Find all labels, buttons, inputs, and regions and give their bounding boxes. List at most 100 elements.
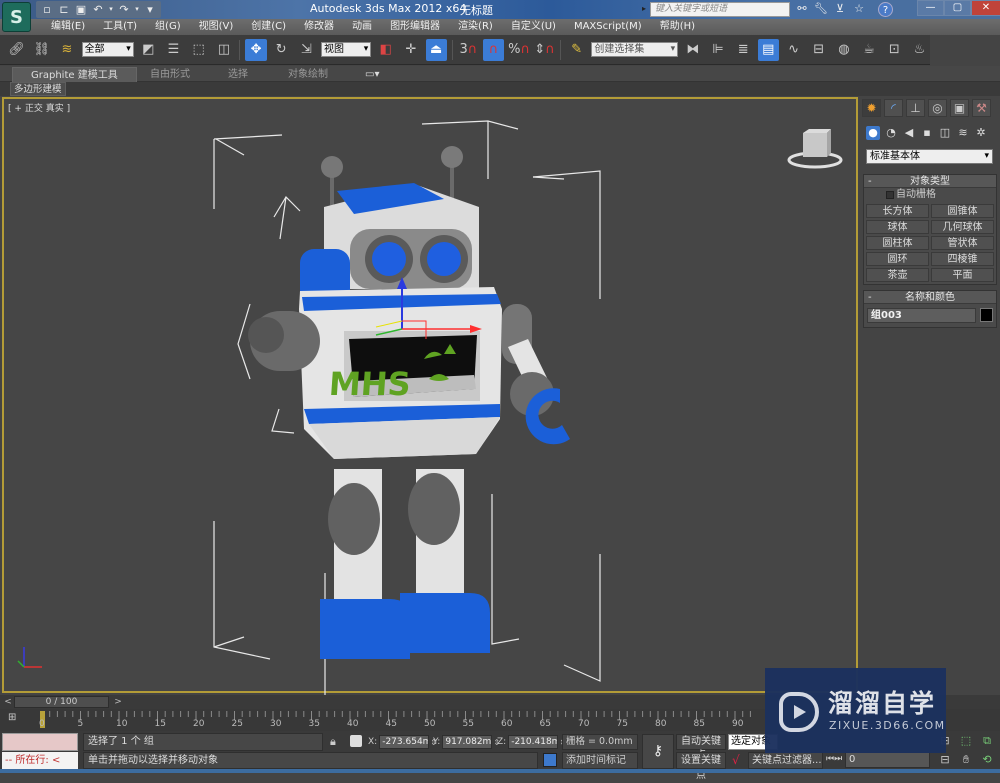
next-frame-icon[interactable]: > [112, 696, 124, 708]
menu-create[interactable]: 创建(C) [242, 19, 295, 35]
hierarchy-tab-icon[interactable]: ⊥ [906, 99, 925, 117]
y-coordinate-field[interactable]: 917.082mr [442, 735, 493, 749]
current-frame-field[interactable]: 0 [845, 752, 930, 768]
primitive-category-dropdown[interactable]: 标准基本体 [866, 149, 993, 164]
menu-rendering[interactable]: 渲染(R) [449, 19, 502, 35]
menu-modifiers[interactable]: 修改器 [295, 19, 343, 35]
menu-animation[interactable]: 动画 [343, 19, 381, 35]
spacewarps-icon[interactable]: ≋ [956, 126, 970, 140]
select-and-scale-icon[interactable]: ⇲ [296, 39, 317, 61]
geometry-icon[interactable]: ● [866, 126, 880, 140]
absolute-mode-icon[interactable] [350, 735, 362, 747]
set-key-button[interactable]: 设置关键点 [676, 752, 726, 781]
checkbox-icon[interactable] [886, 191, 894, 199]
menu-views[interactable]: 视图(V) [190, 19, 243, 35]
perspective-viewport[interactable]: [ + 正交 真实 ] MHS [2, 97, 858, 695]
maxscript-listener-output[interactable]: -- 所在行: < [2, 752, 78, 769]
selection-lock-icon[interactable]: 🔒︎ [330, 735, 336, 749]
keyboard-shortcut-override-icon[interactable]: ⏏ [425, 38, 447, 61]
select-and-move-icon[interactable]: ✥ [245, 38, 267, 61]
tab-object-paint[interactable]: 对象绘制 [288, 67, 328, 82]
maxscript-listener-input[interactable] [2, 733, 78, 751]
prev-frame-icon[interactable]: < [2, 696, 14, 708]
material-editor-icon[interactable]: ◍ [833, 39, 854, 61]
save-icon[interactable]: ▣ [74, 3, 88, 16]
track-ruler[interactable] [40, 709, 760, 731]
menu-help[interactable]: 帮助(H) [651, 19, 704, 35]
z-coordinate-field[interactable]: -210.418m [508, 735, 559, 749]
autogrid-checkbox[interactable]: 自动栅格 [864, 188, 996, 202]
pivot-center-icon[interactable]: ◧ [375, 39, 396, 61]
tab-freeform[interactable]: 自由形式 [150, 67, 190, 82]
menu-edit[interactable]: 编辑(E) [42, 19, 94, 35]
customize-dropdown-icon[interactable]: ▾ [143, 3, 157, 16]
cone-button[interactable]: 圆锥体 [931, 204, 994, 218]
menu-customize[interactable]: 自定义(U) [502, 19, 565, 35]
auto-key-button[interactable]: 自动关键点 [676, 734, 726, 761]
curve-editor-icon[interactable]: ∿ [783, 39, 804, 61]
mirror-icon[interactable]: ⧓ [682, 39, 703, 61]
open-file-icon[interactable]: ⊏ [57, 3, 71, 16]
render-setup-icon[interactable]: ☕︎ [858, 39, 879, 61]
star-icon[interactable]: ☆ [852, 2, 866, 15]
orbit-icon[interactable]: ⟲ [977, 752, 997, 768]
key-filters-button[interactable]: 关键点过滤器... [748, 752, 823, 769]
select-manipulate-icon[interactable]: ✛ [400, 39, 421, 61]
display-tab-icon[interactable]: ▣ [950, 99, 969, 117]
lights-icon[interactable]: ◀ [902, 126, 916, 140]
menu-group[interactable]: 组(G) [146, 19, 190, 35]
percent-snap-icon[interactable]: % ∩ [508, 39, 530, 61]
mini-curve-editor-icon[interactable]: ⊞ [8, 712, 24, 726]
search-expand-icon[interactable]: ▸ [642, 4, 646, 13]
tube-button[interactable]: 管状体 [931, 236, 994, 250]
name-color-rollout-header[interactable]: - 名称和颜色 [864, 291, 996, 304]
zoom-extents-selected-icon[interactable]: ⬚ [956, 733, 976, 749]
redo-icon[interactable]: ↷ [117, 3, 131, 16]
menu-tools[interactable]: 工具(T) [94, 19, 146, 35]
sphere-button[interactable]: 球体 [866, 220, 929, 234]
rendered-frame-window-icon[interactable]: ⊡ [884, 39, 905, 61]
set-keys-key-icon[interactable]: ⚷ [642, 734, 674, 769]
bind-spacewarp-icon[interactable]: ≋ [56, 39, 77, 61]
zoom-all-icon[interactable]: ⧉ [977, 733, 997, 749]
minimize-button[interactable]: — [917, 0, 944, 16]
search-input[interactable]: 键入关键字或短语 [650, 2, 790, 17]
close-button[interactable]: ✕ [971, 0, 1000, 16]
selection-filter-dropdown[interactable]: 全部 [81, 42, 134, 57]
box-button[interactable]: 长方体 [866, 204, 929, 218]
plane-button[interactable]: 平面 [931, 268, 994, 282]
motion-tab-icon[interactable]: ◎ [928, 99, 947, 117]
layer-manager-icon[interactable]: ≣ [733, 39, 754, 61]
pyramid-button[interactable]: 四棱锥 [931, 252, 994, 266]
maximize-button[interactable]: ▢ [944, 0, 971, 16]
viewcube[interactable] [785, 127, 845, 173]
help-button[interactable]: ? [878, 2, 893, 17]
cameras-icon[interactable]: ▪ [920, 126, 934, 140]
new-file-icon[interactable]: ▫ [40, 3, 54, 16]
select-by-name-icon[interactable]: ☰ [163, 39, 184, 61]
edit-named-selection-icon[interactable]: ✎ [566, 39, 587, 61]
default-tangent-icon[interactable]: √ [732, 753, 740, 767]
geosphere-button[interactable]: 几何球体 [931, 220, 994, 234]
select-object-icon[interactable]: ◩ [138, 39, 159, 61]
redo-dropdown-icon[interactable]: ▾ [134, 3, 140, 16]
pan-view-icon[interactable]: ✋︎ [956, 752, 976, 768]
modify-tab-icon[interactable]: ◜ [884, 99, 903, 117]
menu-maxscript[interactable]: MAXScript(M) [565, 19, 651, 35]
align-icon[interactable]: ⊫ [707, 39, 728, 61]
shapes-icon[interactable]: ◔ [884, 126, 898, 140]
render-production-icon[interactable]: ♨ [909, 39, 930, 61]
helpers-icon[interactable]: ◫ [938, 126, 952, 140]
snaps-toggle-icon[interactable]: 3 ∩ [458, 39, 479, 61]
schematic-view-icon[interactable]: ⊟ [808, 39, 829, 61]
satellite-icon[interactable]: ⊻ [833, 2, 847, 15]
time-tag-icon[interactable] [543, 753, 557, 767]
systems-icon[interactable]: ✲ [974, 126, 988, 140]
wrench-icon[interactable]: 🔧︎ [814, 2, 828, 15]
teapot-button[interactable]: 茶壶 [866, 268, 929, 282]
add-time-tag-button[interactable]: 添加时间标记 [562, 752, 638, 769]
utilities-tab-icon[interactable]: ⚒ [972, 99, 991, 117]
angle-snap-icon[interactable]: ∩ [482, 38, 505, 61]
window-crossing-icon[interactable]: ◫ [213, 39, 234, 61]
select-and-rotate-icon[interactable]: ↻ [271, 39, 292, 61]
